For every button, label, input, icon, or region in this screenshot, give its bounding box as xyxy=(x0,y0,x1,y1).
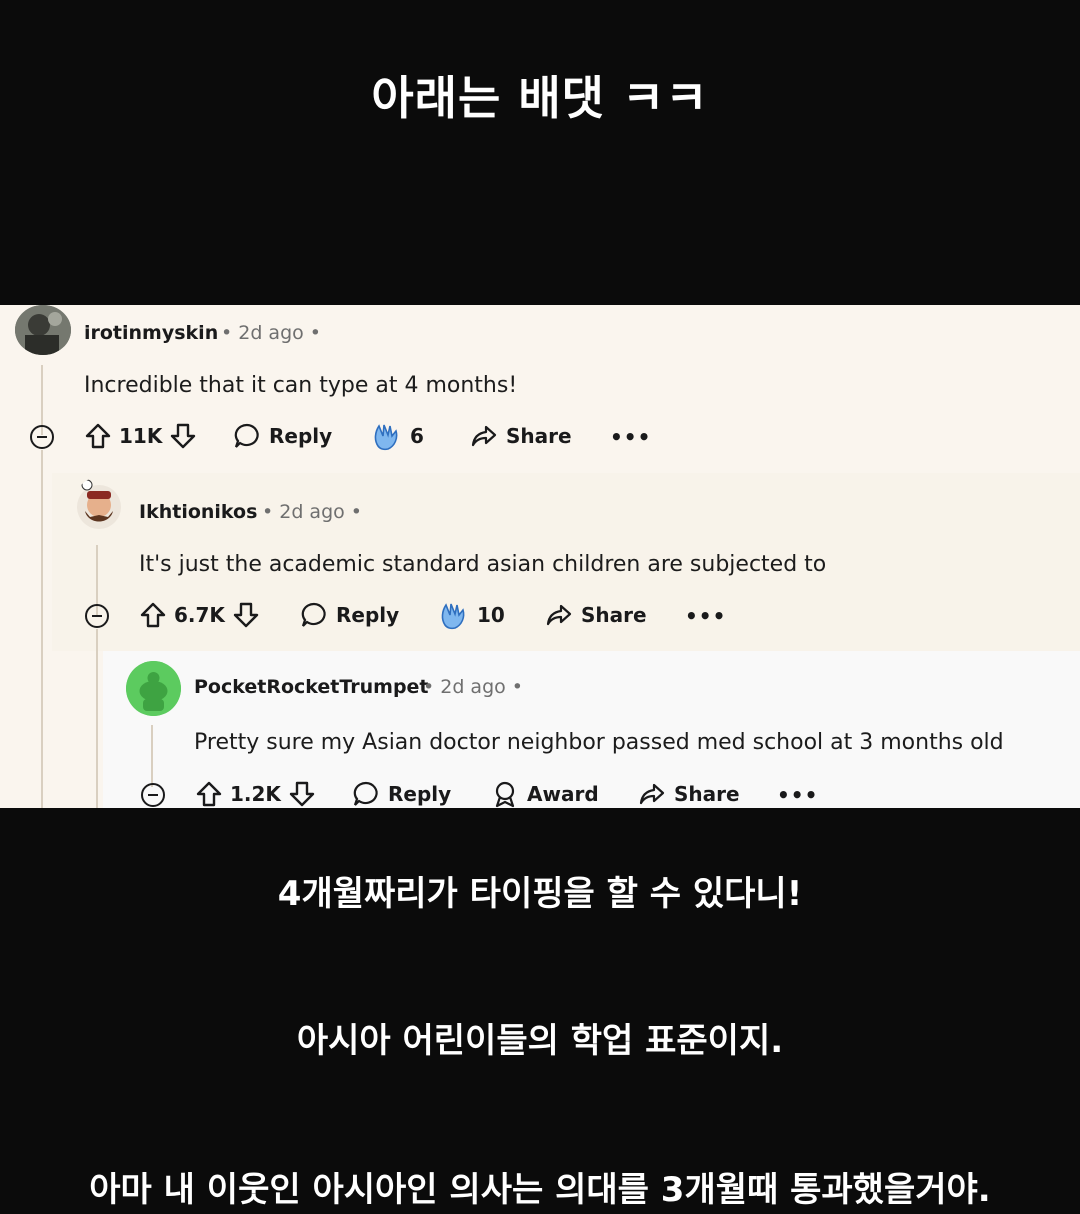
avatar[interactable] xyxy=(15,305,71,355)
share-label: Share xyxy=(506,424,572,448)
share-arrow-icon xyxy=(470,422,498,450)
comment-text: It's just the academic standard asian ch… xyxy=(139,552,827,577)
share-arrow-icon xyxy=(545,601,573,629)
collapse-icon[interactable] xyxy=(85,604,109,628)
share-button[interactable]: Share xyxy=(545,601,647,629)
reply-label: Reply xyxy=(388,782,452,806)
vote-count: 11K xyxy=(119,424,163,448)
award-label: Award xyxy=(527,782,599,806)
comment-text: Incredible that it can type at 4 months! xyxy=(84,373,518,398)
username[interactable]: Ikhtionikos xyxy=(139,501,257,523)
upvote-icon[interactable] xyxy=(140,601,166,629)
caption-translation-2: 아시아 어린이들의 학업 표준이지. xyxy=(296,1021,784,1061)
avatar[interactable] xyxy=(74,477,124,531)
caption-translation-3: 아마 내 이웃인 아시아인 의사는 의대를 3개월때 통과했을거야. xyxy=(89,1170,991,1210)
clapping-hands-icon xyxy=(370,420,402,452)
username[interactable]: irotinmyskin xyxy=(84,322,218,344)
thread-line xyxy=(151,725,153,787)
reply-button[interactable]: Reply xyxy=(352,780,451,808)
collapse-icon[interactable] xyxy=(30,425,54,449)
award-count: 6 xyxy=(410,424,424,448)
downvote-icon[interactable] xyxy=(170,422,196,450)
vote-group: 11K xyxy=(85,422,196,450)
reply-bubble-icon xyxy=(352,780,380,808)
vote-group: 1.2K xyxy=(196,780,315,808)
award-icon xyxy=(491,780,519,808)
award-count: 10 xyxy=(477,603,505,627)
thread-line xyxy=(96,629,98,808)
vote-count: 6.7K xyxy=(174,603,225,627)
more-icon[interactable]: ••• xyxy=(610,425,651,449)
reply-bubble-icon xyxy=(300,601,328,629)
clapping-hands-icon xyxy=(437,599,469,631)
vote-group: 6.7K xyxy=(140,601,259,629)
thread-line xyxy=(41,450,43,808)
timestamp: • 2d ago • xyxy=(221,322,322,344)
avatar[interactable] xyxy=(126,661,181,716)
share-button[interactable]: Share xyxy=(638,780,740,808)
username[interactable]: PocketRocketTrumpet xyxy=(194,676,429,698)
share-arrow-icon xyxy=(638,780,666,808)
timestamp: • 2d ago • xyxy=(262,501,363,523)
caption-title: 아래는 배댓 ㅋㅋ xyxy=(371,71,709,125)
caption-translation-1: 4개월짜리가 타이핑을 할 수 있다니! xyxy=(277,874,803,914)
reply-bubble-icon xyxy=(233,422,261,450)
share-button[interactable]: Share xyxy=(470,422,572,450)
comment-thread: irotinmyskin • 2d ago • Incredible that … xyxy=(0,305,1080,808)
reply-button[interactable]: Reply xyxy=(233,422,332,450)
more-icon[interactable]: ••• xyxy=(777,783,818,807)
vote-count: 1.2K xyxy=(230,782,281,806)
upvote-icon[interactable] xyxy=(196,780,222,808)
share-label: Share xyxy=(581,603,647,627)
more-icon[interactable]: ••• xyxy=(685,604,726,628)
award-button[interactable]: Award xyxy=(491,780,599,808)
award-button[interactable]: 6 xyxy=(370,420,424,452)
downvote-icon[interactable] xyxy=(289,780,315,808)
upvote-icon[interactable] xyxy=(85,422,111,450)
comment-text: Pretty sure my Asian doctor neighbor pas… xyxy=(194,730,1004,755)
reply-label: Reply xyxy=(269,424,333,448)
collapse-icon[interactable] xyxy=(141,783,165,807)
downvote-icon[interactable] xyxy=(233,601,259,629)
reply-label: Reply xyxy=(336,603,400,627)
award-button[interactable]: 10 xyxy=(437,599,505,631)
timestamp: • 2d ago • xyxy=(423,676,524,698)
reply-button[interactable]: Reply xyxy=(300,601,399,629)
share-label: Share xyxy=(674,782,740,806)
